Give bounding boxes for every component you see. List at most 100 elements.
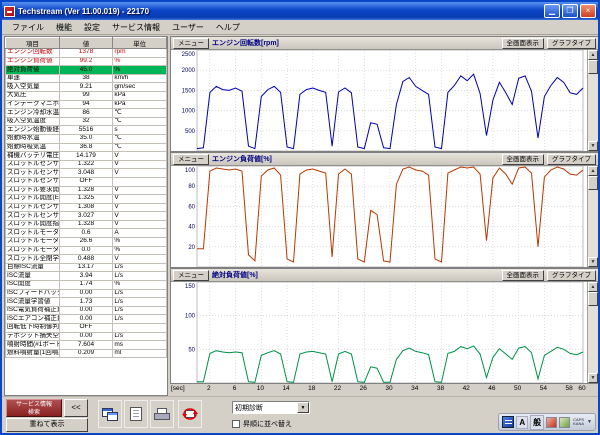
chart-plot: 50100150 (171, 282, 587, 383)
scroll-up-icon[interactable]: ▲ (588, 166, 598, 176)
scroll-down-icon[interactable]: ▼ (588, 373, 598, 383)
chart-plot-area: 20406080100▲▼ (171, 166, 598, 267)
chart-fullscreen-button[interactable]: 全画面表示 (502, 270, 545, 281)
table-row[interactable]: スロットル開度指令電圧1.328V (6, 220, 167, 229)
item-cell: 車速 (6, 74, 60, 83)
data-list-panel: 項目 値 単位 エンジン回転数1378rpmエンジン負荷値99.2%絶対負荷値4… (4, 36, 168, 396)
keyboard-icon[interactable] (502, 416, 514, 428)
chart-scrollbar[interactable]: ▲▼ (587, 50, 598, 151)
item-cell: スロットル開度指令電圧 (6, 220, 60, 229)
table-row[interactable]: 回転低下時制御判定状態OFF (6, 324, 167, 333)
table-row[interactable]: スロットル開度(ECU指令値)1.325V (6, 195, 167, 204)
table-row[interactable]: エンジン冷却水温86℃ (6, 109, 167, 118)
value-cell: 1.328 (59, 220, 113, 229)
table-row[interactable]: 始動時吸気温36.8℃ (6, 143, 167, 152)
item-cell: 吸入空気量 (6, 83, 60, 92)
ime-conversion-mode[interactable]: 般 (530, 415, 544, 430)
chart-graphtype-button[interactable]: グラフタイプ (547, 154, 596, 165)
table-row[interactable]: 噴射時間(#1ポート)7.604ms (6, 341, 167, 350)
minimize-button[interactable]: ▁ (544, 4, 560, 18)
scroll-down-icon[interactable]: ▼ (588, 257, 598, 267)
value-cell: 7.604 (59, 341, 113, 350)
scrollbar-thumb[interactable] (588, 292, 598, 306)
maximize-button[interactable]: ❐ (562, 4, 578, 18)
value-cell: 35.0 (59, 134, 113, 143)
svg-text:500: 500 (185, 129, 196, 135)
close-button[interactable]: × (580, 4, 596, 18)
menu-item-4[interactable]: ユーザー (166, 21, 210, 34)
menu-item-2[interactable]: 設定 (78, 21, 106, 34)
table-row[interactable]: 大気圧99kPa (6, 91, 167, 100)
table-row[interactable]: 始動時水温35.0℃ (6, 134, 167, 143)
ime-minimize-icon[interactable]: ▼ (587, 419, 592, 425)
menu-item-3[interactable]: サービス情報 (106, 21, 166, 34)
ime-input-mode[interactable]: A (516, 416, 528, 429)
item-cell: スロットルセンサNo.2電圧 (6, 169, 60, 178)
ime-pad-icon[interactable] (559, 417, 570, 428)
windows-view-button[interactable] (98, 400, 122, 428)
table-row[interactable]: ISCフィードバック量0.00L/s (6, 289, 167, 298)
table-row[interactable]: スロットルセンサNo.1電圧1.308V (6, 203, 167, 212)
table-row[interactable]: ISC流量3.94L/s (6, 272, 167, 281)
scroll-down-icon[interactable]: ▼ (588, 141, 598, 151)
x-axis-tick-label: 2 (207, 385, 211, 392)
table-row[interactable]: スロットルモータ開Duty比26.6% (6, 238, 167, 247)
table-row[interactable]: スロットル全閉学習値0.488V (6, 255, 167, 264)
table-row[interactable]: ISC流量学習値1.73L/s (6, 298, 167, 307)
table-row[interactable]: 燃料噴射量(1回噴射)0.209ml (6, 349, 167, 358)
chart-scrollbar[interactable]: ▲▼ (587, 282, 598, 383)
scroll-up-icon[interactable]: ▲ (588, 50, 598, 60)
item-cell: 回転低下時制御判定状態 (6, 324, 60, 333)
table-row[interactable]: スロットルセンサNo.2電圧3.048V (6, 169, 167, 178)
sort-ascending-option[interactable]: 昇順に並べ替え (232, 419, 292, 429)
table-row[interactable]: スロットルセンサNo.1電圧1.322V (6, 160, 167, 169)
table-row[interactable]: 目標ISC流量13.17L/s (6, 263, 167, 272)
table-row[interactable]: スロットルモータ電流0.6A (6, 229, 167, 238)
table-row[interactable]: 吸入空気温度32℃ (6, 117, 167, 126)
menu-item-0[interactable]: ファイル (6, 21, 50, 34)
table-row[interactable]: スロットルモータ閉Duty比0.0% (6, 246, 167, 255)
chart-fullscreen-button[interactable]: 全画面表示 (502, 154, 545, 165)
table-row[interactable]: スロットル要求開度1.328V (6, 186, 167, 195)
table-row[interactable]: エンジン回転数1378rpm (6, 49, 167, 58)
table-row[interactable]: ISCエアコン補正量0.00L/s (6, 315, 167, 324)
scrollbar-thumb[interactable] (588, 176, 598, 190)
table-row[interactable]: エンジン負荷値99.2% (6, 57, 167, 66)
table-row[interactable]: ISC電気負荷補正量0.00L/s (6, 306, 167, 315)
service-info-search-button[interactable]: サービス情報 検索 (6, 399, 62, 417)
chart-menu-button[interactable]: メニュー (173, 154, 209, 165)
sort-ascending-checkbox[interactable] (232, 420, 240, 428)
chart-fullscreen-button[interactable]: 全画面表示 (502, 38, 545, 49)
chevron-down-icon[interactable]: ▼ (297, 402, 309, 413)
table-row[interactable]: 吸入空気量9.21gm/sec (6, 83, 167, 92)
table-row[interactable]: スロットルセンサNo.2電圧3.027V (6, 212, 167, 221)
menu-item-5[interactable]: ヘルプ (210, 21, 246, 34)
menu-item-1[interactable]: 機能 (50, 21, 78, 34)
value-cell: 1.328 (59, 186, 113, 195)
table-row[interactable]: エンジン始動後経過時間5516s (6, 126, 167, 135)
overlay-display-button[interactable]: 重ねて表示 (6, 418, 88, 432)
refresh-data-button[interactable] (178, 400, 202, 428)
chart-graphtype-button[interactable]: グラフタイプ (547, 38, 596, 49)
table-row[interactable]: ISC開度1.74% (6, 281, 167, 290)
table-row[interactable]: スロットルセンサ全閉状態OFF (6, 177, 167, 186)
chart-header: メニュー絶対負荷値[%]全画面表示グラフタイプ (171, 269, 598, 282)
table-row[interactable]: デポジット損失空気量0.00L/s (6, 332, 167, 341)
chart-menu-button[interactable]: メニュー (173, 270, 209, 281)
unit-cell: ℃ (113, 143, 167, 152)
collapse-button[interactable]: << (64, 399, 88, 417)
scrollbar-thumb[interactable] (588, 60, 598, 74)
ime-tool-icon[interactable] (546, 417, 557, 428)
print-button[interactable] (150, 400, 174, 428)
chart-graphtype-button[interactable]: グラフタイプ (547, 270, 596, 281)
diagnosis-mode-dropdown[interactable]: 初期診断 ▼ (232, 401, 310, 414)
bottom-toolbar: サービス情報 検索 << 重ねて表示 初期診 (2, 396, 598, 433)
report-button[interactable] (124, 400, 148, 428)
scroll-up-icon[interactable]: ▲ (588, 282, 598, 292)
table-row[interactable]: 車速38km/h (6, 74, 167, 83)
table-row[interactable]: インテークマニホールド圧94kPa (6, 100, 167, 109)
table-row[interactable]: 絶対負荷値45.0% (6, 66, 167, 75)
chart-menu-button[interactable]: メニュー (173, 38, 209, 49)
chart-scrollbar[interactable]: ▲▼ (587, 166, 598, 267)
table-row[interactable]: 補機バッテリ電圧14.179V (6, 152, 167, 161)
